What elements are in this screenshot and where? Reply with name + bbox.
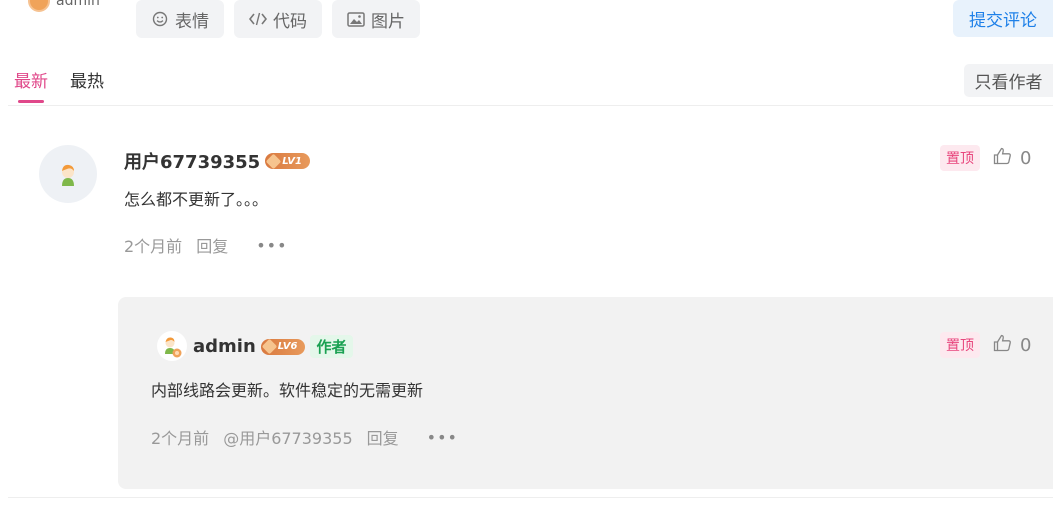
level-gem-icon bbox=[265, 153, 282, 169]
author-only-button[interactable]: 只看作者 bbox=[964, 64, 1053, 97]
reply-text: 内部线路会更新。软件稳定的无需更新 bbox=[151, 381, 424, 400]
reply-level-badge: LV6 bbox=[260, 338, 306, 355]
comment-meta: 2个月前 回复 ••• bbox=[124, 233, 288, 257]
active-tab-indicator bbox=[18, 100, 44, 103]
bottom-divider bbox=[8, 497, 1053, 498]
reply-like-count: 0 bbox=[1020, 335, 1032, 356]
submit-comment-button[interactable]: 提交评论 bbox=[953, 0, 1053, 37]
tab-hottest-label: 最热 bbox=[70, 72, 104, 92]
pin-badge: 置顶 bbox=[940, 145, 980, 171]
sort-tabs: 最新 最热 bbox=[14, 67, 104, 103]
reply-button[interactable]: 回复 bbox=[196, 233, 228, 257]
level-badge: LV1 bbox=[265, 153, 310, 169]
thumbs-up-icon bbox=[993, 334, 1012, 357]
code-button[interactable]: 代码 bbox=[234, 0, 322, 38]
code-icon bbox=[249, 10, 267, 28]
image-button[interactable]: 图片 bbox=[332, 0, 420, 38]
emoji-button-label: 表情 bbox=[175, 11, 209, 32]
level-badge-label: LV1 bbox=[282, 155, 302, 167]
user-avatar-icon bbox=[62, 164, 74, 186]
image-button-label: 图片 bbox=[371, 11, 405, 32]
tab-hottest[interactable]: 最热 bbox=[70, 67, 104, 92]
avatar[interactable] bbox=[39, 145, 97, 203]
thumbs-up-icon bbox=[993, 147, 1012, 170]
reply-like-button[interactable]: 0 bbox=[993, 334, 1031, 357]
reply-reply-button[interactable]: 回复 bbox=[367, 425, 399, 449]
current-user: admin bbox=[28, 0, 100, 12]
image-icon bbox=[347, 10, 365, 28]
reply-mention[interactable]: @用户67739355 bbox=[223, 425, 352, 449]
comment-time: 2个月前 bbox=[124, 237, 183, 256]
code-button-label: 代码 bbox=[273, 11, 307, 32]
reply-header: admin LV6 作者 bbox=[193, 335, 353, 358]
current-user-name: admin bbox=[56, 0, 100, 9]
comment-header: 用户67739355 LV1 bbox=[124, 148, 310, 174]
more-icon[interactable]: ••• bbox=[256, 236, 287, 255]
current-user-avatar bbox=[28, 0, 50, 12]
emoji-button[interactable]: 表情 bbox=[136, 0, 224, 38]
reply-user-name[interactable]: admin bbox=[193, 336, 256, 357]
tab-latest-label: 最新 bbox=[14, 72, 48, 92]
reply-time: 2个月前 bbox=[151, 429, 210, 448]
editor-toolbar: 表情 代码 图片 bbox=[136, 0, 420, 38]
like-button[interactable]: 0 bbox=[993, 147, 1031, 170]
level-gem-icon bbox=[261, 338, 278, 355]
tabs-divider bbox=[8, 105, 1053, 106]
like-count: 0 bbox=[1020, 148, 1032, 169]
reply-avatar[interactable] bbox=[157, 331, 187, 361]
author-tag: 作者 bbox=[310, 335, 353, 358]
comment-text: 怎么都不更新了。。。 bbox=[124, 190, 269, 209]
admin-avatar-icon bbox=[165, 337, 182, 358]
reply-pin-badge: 置顶 bbox=[940, 332, 980, 358]
reply-meta: 2个月前 @用户67739355 回复 ••• bbox=[151, 425, 458, 449]
more-icon[interactable]: ••• bbox=[427, 428, 458, 447]
reply-level-badge-label: LV6 bbox=[277, 341, 298, 352]
comment-section: admin 表情 代码 图片 提交评论 最新 最热 只看作者 用户6773935… bbox=[0, 0, 1053, 517]
tab-latest[interactable]: 最新 bbox=[14, 67, 48, 103]
smile-icon bbox=[151, 10, 169, 28]
comment-user-name[interactable]: 用户67739355 bbox=[124, 148, 260, 174]
